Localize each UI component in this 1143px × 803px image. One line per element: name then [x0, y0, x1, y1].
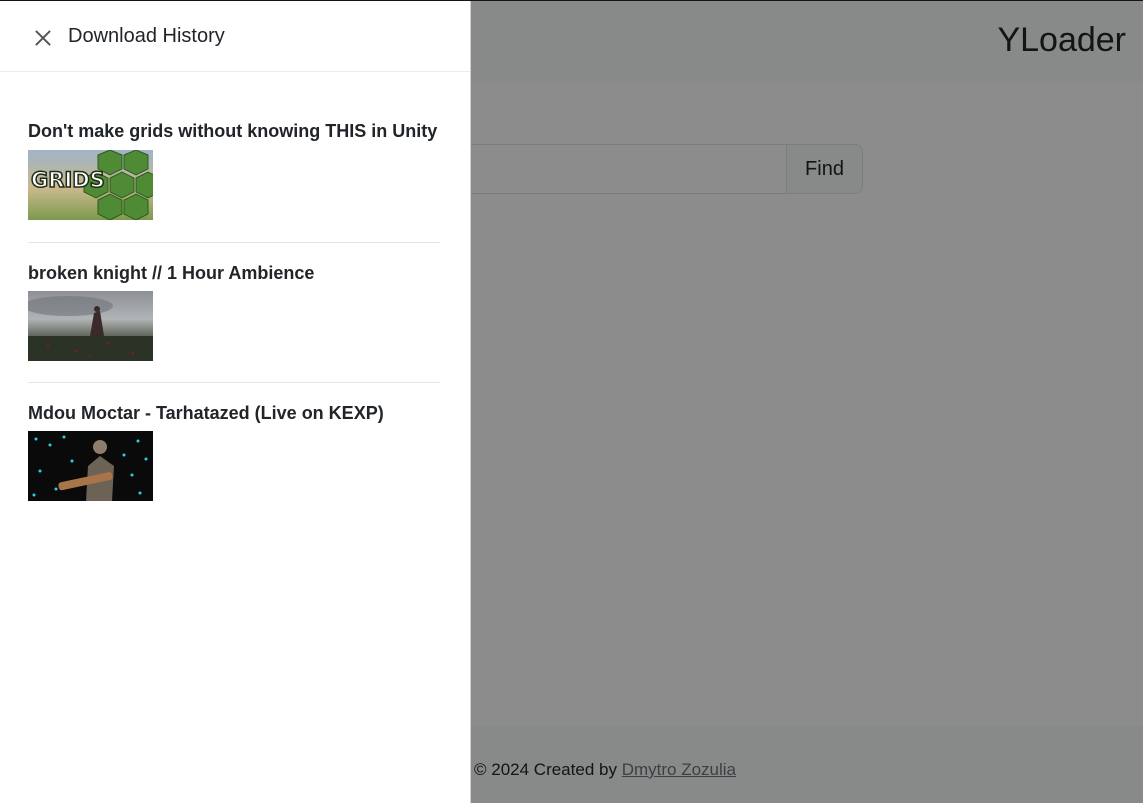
video-thumbnail[interactable]: GRIDS: [28, 150, 153, 220]
panel-title: Download History: [68, 25, 225, 47]
knight-thumbnail-art: [28, 296, 153, 361]
history-item-title: Mdou Moctar - Tarhatazed (Live on KEXP): [28, 403, 384, 423]
grids-thumbnail-art: GRIDS: [30, 150, 153, 220]
history-item-title: Don't make grids without knowing THIS in…: [28, 121, 438, 141]
svg-text:GRIDS: GRIDS: [31, 168, 105, 192]
kexp-thumbnail-art: [32, 435, 148, 501]
history-item[interactable]: Don't make grids without knowing THIS in…: [28, 121, 440, 242]
history-list: Don't make grids without knowing THIS in…: [28, 121, 440, 522]
video-thumbnail[interactable]: [28, 431, 153, 501]
history-item[interactable]: broken knight // 1 Hour Ambience: [28, 242, 440, 382]
close-icon[interactable]: [32, 27, 54, 49]
history-item[interactable]: Mdou Moctar - Tarhatazed (Live on KEXP): [28, 382, 440, 522]
panel-header: Download History: [0, 1, 470, 72]
video-thumbnail[interactable]: [28, 291, 153, 361]
download-history-panel: Download History Don't make grids withou…: [0, 1, 471, 803]
history-item-title: broken knight // 1 Hour Ambience: [28, 263, 315, 283]
